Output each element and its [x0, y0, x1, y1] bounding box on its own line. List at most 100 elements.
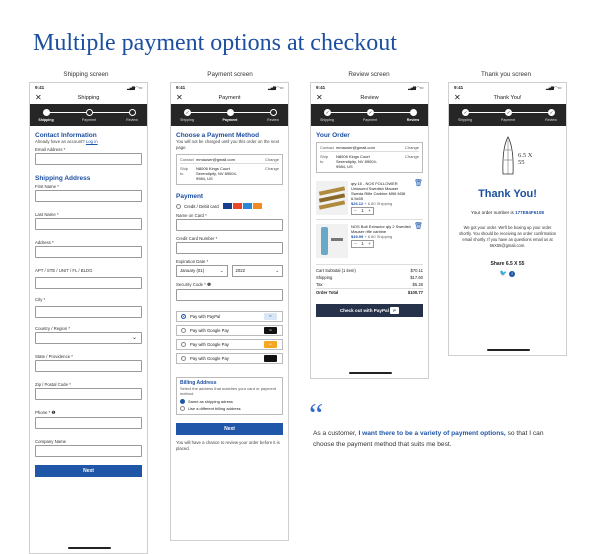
- year-select[interactable]: 2022 ⌄: [231, 265, 283, 277]
- country-select[interactable]: ⌄: [35, 331, 142, 344]
- google-pay-option[interactable]: Pay with Google Pay: [176, 353, 283, 364]
- plus-button[interactable]: +: [366, 208, 373, 214]
- section-title: Your Order: [316, 132, 350, 139]
- plus-button[interactable]: +: [366, 241, 373, 247]
- company-field[interactable]: [35, 444, 142, 457]
- row-value: $5.26: [412, 282, 423, 287]
- radio-selected[interactable]: [180, 399, 185, 404]
- user-story-quote: As a customer, I want there to be a vari…: [313, 429, 553, 450]
- amex-icon: [242, 203, 252, 209]
- next-button[interactable]: Next: [176, 423, 283, 435]
- step-check-icon: ✓: [324, 109, 331, 116]
- apt-field[interactable]: [35, 276, 142, 289]
- contact-value: mmauser@gmail.com: [336, 145, 375, 150]
- card-radio[interactable]: [176, 203, 181, 209]
- contact-key: Contact: [180, 157, 194, 162]
- page-title: Multiple payment options at checkout: [33, 30, 397, 56]
- order-contact-box: Contact mmauser@gmail.com Change Ship to N8…: [176, 154, 283, 185]
- name-on-card-field[interactable]: [176, 219, 283, 231]
- minus-button[interactable]: −: [352, 208, 359, 214]
- trash-icon[interactable]: 🗑: [414, 223, 423, 258]
- billing-same-label: Same as shipping adress: [188, 399, 233, 404]
- quantity-stepper[interactable]: −1 +: [351, 207, 374, 215]
- chevron-down-icon: ⌄: [275, 268, 279, 273]
- home-indicator: [349, 372, 392, 374]
- paypal-checkout-button[interactable]: Check out with PayPal P: [316, 304, 423, 317]
- step-label: Review: [267, 118, 279, 122]
- field-label: Email Address *: [35, 146, 66, 152]
- card-option-label: Credit / Debit card: [184, 203, 219, 209]
- chevron-down-icon: ⌄: [131, 334, 137, 341]
- next-button[interactable]: Next: [35, 464, 142, 477]
- month-value: January (01): [180, 268, 205, 273]
- step-dot-shipping: [43, 109, 50, 116]
- item-price: $49.99: [351, 234, 364, 239]
- item-price: $26.12: [351, 201, 364, 206]
- radio[interactable]: [180, 406, 185, 411]
- close-icon[interactable]: ✕: [35, 92, 42, 104]
- first-name-field[interactable]: [35, 189, 142, 202]
- step-label: Payment: [500, 118, 516, 122]
- month-select[interactable]: January (01) ⌄: [176, 265, 228, 277]
- minus-button[interactable]: −: [352, 241, 359, 247]
- last-name-field[interactable]: [35, 217, 142, 230]
- status-time: 9:41: [454, 85, 464, 90]
- status-time: 9:41: [35, 85, 45, 90]
- change-link[interactable]: Change: [405, 154, 419, 159]
- screen-title: Shipping: [77, 95, 100, 101]
- address-field[interactable]: [35, 245, 142, 258]
- login-link[interactable]: Log in: [86, 139, 98, 144]
- change-link[interactable]: Change: [405, 145, 419, 150]
- quantity-stepper[interactable]: −1 +: [351, 240, 374, 248]
- change-link[interactable]: Change: [265, 157, 279, 162]
- close-icon[interactable]: ✕: [316, 92, 323, 104]
- status-time: 9:41: [316, 85, 326, 90]
- google-pay-option[interactable]: Pay with Google Pay a: [176, 339, 283, 350]
- step-label: Review: [126, 118, 138, 122]
- step-label: Shipping: [38, 118, 54, 122]
- twitter-icon[interactable]: 🐦: [500, 271, 507, 277]
- paypal-option[interactable]: Pay with PayPal P: [176, 311, 283, 322]
- step-dot-payment: [227, 109, 234, 116]
- caption-thankyou: Thank you screen: [480, 71, 532, 78]
- order-contact-box: Contact mmauser@gmail.com Change Ship to N8…: [316, 142, 423, 173]
- card-number-field[interactable]: [176, 242, 283, 254]
- quantity-value: 1: [361, 208, 364, 213]
- total-row: Order Total $100.77: [316, 288, 423, 296]
- logo-text: 6.5 X 55: [518, 152, 533, 166]
- brand-logo: 6.5 X 55: [449, 134, 566, 188]
- row-label: Shipping: [316, 275, 333, 280]
- quote-pre: As a customer,: [313, 430, 357, 437]
- radio[interactable]: [181, 328, 186, 333]
- step-check-icon: ✓: [462, 109, 469, 116]
- close-icon[interactable]: ✕: [176, 92, 183, 104]
- row-label: Order Total: [316, 290, 339, 295]
- ship-key: Ship to: [180, 166, 189, 176]
- trash-icon[interactable]: 🗑: [414, 180, 423, 215]
- paypal-icon: P: [390, 307, 400, 314]
- checkout-label: Check out with PayPal: [339, 308, 389, 313]
- google-pay-option[interactable]: Pay with Google Pay G: [176, 325, 283, 336]
- email-field[interactable]: [35, 152, 142, 165]
- state-field[interactable]: [35, 359, 142, 372]
- ship-value: N8006 Kings Court Serendipity, NV 89004-…: [196, 166, 238, 181]
- city-field[interactable]: [35, 305, 142, 318]
- home-indicator: [68, 547, 111, 549]
- tax-row: Tax $5.26: [316, 281, 423, 288]
- change-link[interactable]: Change: [265, 166, 279, 171]
- signal-icon: ▂▄▆ ◠ ▭: [127, 85, 142, 90]
- radio-selected[interactable]: [181, 314, 186, 319]
- cart-item: qty:15 - NOS FOLLOWER Unissued Swedish M…: [316, 180, 423, 215]
- close-icon[interactable]: ✕: [454, 92, 461, 104]
- step-check-icon: ✓: [367, 109, 374, 116]
- facebook-icon[interactable]: f: [509, 271, 516, 277]
- zip-field[interactable]: [35, 387, 142, 400]
- ship-value: N8006 Kings Court Serendipity, NV 89004-…: [336, 154, 378, 169]
- radio[interactable]: [181, 342, 186, 347]
- field-label: State / Providence *: [35, 353, 73, 359]
- field-label: Expiration Date *: [176, 259, 209, 264]
- phone-field[interactable]: [35, 416, 142, 429]
- field-label: Name on Card *: [176, 213, 207, 218]
- security-code-field[interactable]: [176, 289, 283, 301]
- radio[interactable]: [181, 356, 186, 361]
